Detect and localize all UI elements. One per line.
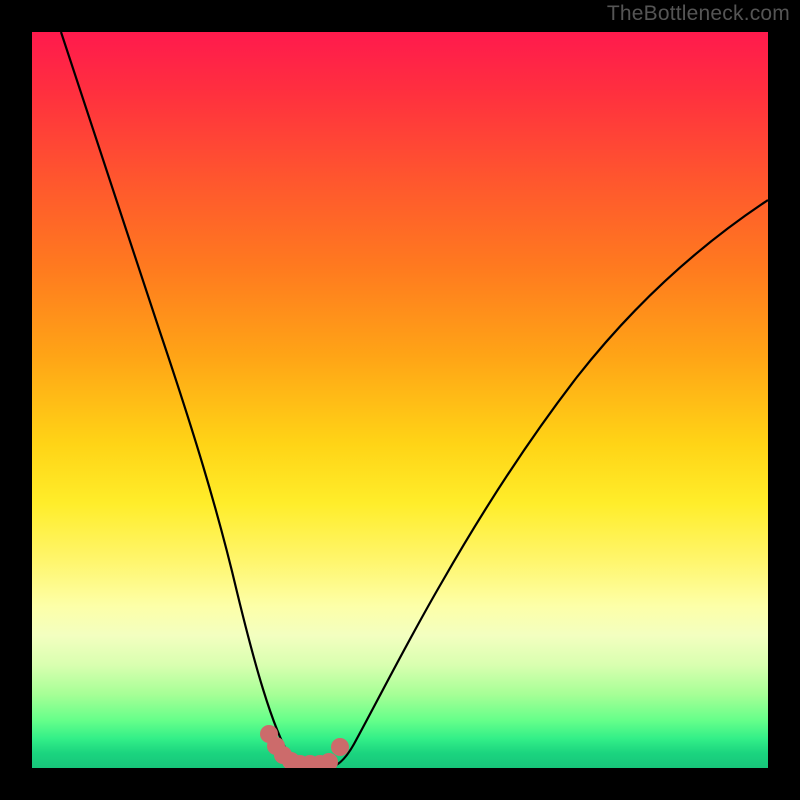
watermark-text: TheBottleneck.com	[607, 2, 790, 26]
chart-frame: TheBottleneck.com	[0, 0, 800, 800]
chart-svg	[32, 32, 768, 768]
bottleneck-curve	[61, 32, 768, 767]
plot-area	[32, 32, 768, 768]
optimal-range-marker	[260, 725, 349, 768]
